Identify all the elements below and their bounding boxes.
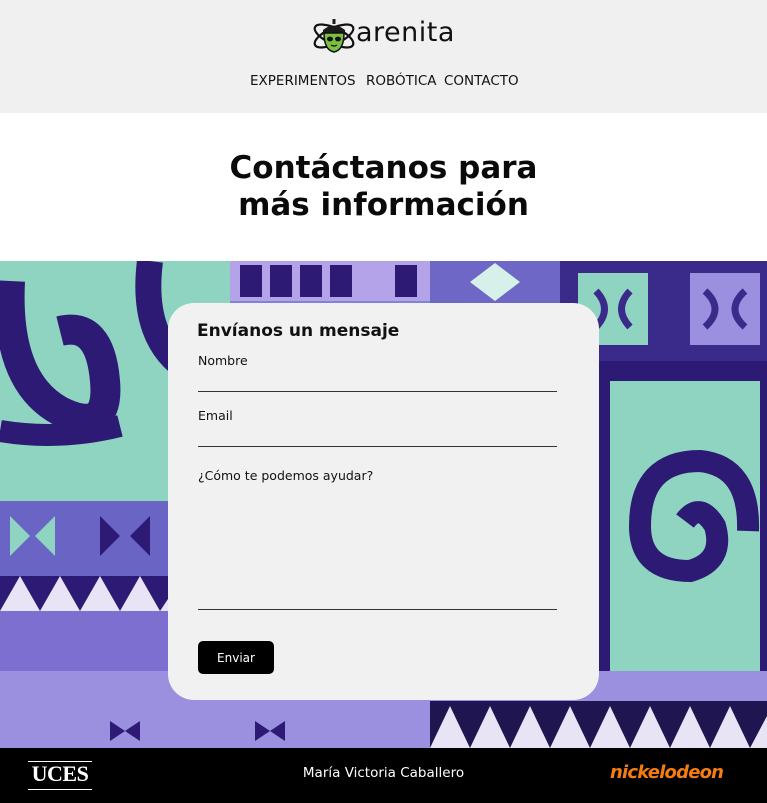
uces-logo-line-bottom [28, 789, 92, 790]
page-title-line-2: más información [238, 187, 529, 223]
nav-experimentos[interactable]: EXPERIMENTOS [250, 73, 356, 89]
page-title-line-1: Contáctanos para [229, 150, 538, 186]
form-title: Envíanos un mensaje [197, 321, 400, 341]
acorn-atom-icon [313, 19, 355, 53]
email-field[interactable] [198, 428, 557, 447]
page-title: Contáctanos para más información [0, 150, 767, 224]
submit-button[interactable]: Enviar [198, 641, 274, 674]
name-field[interactable] [198, 373, 557, 392]
main-nav: EXPERIMENTOS ROBÓTICA CONTACTO [0, 73, 767, 91]
email-label: Email [198, 408, 233, 423]
site-footer: UCES María Victoria Caballero nickelodeo… [0, 748, 767, 803]
contact-form: Envíanos un mensaje Nombre Email ¿Cómo t… [168, 303, 599, 700]
brand-logo[interactable]: arenita [310, 12, 460, 56]
help-label: ¿Cómo te podemos ayudar? [198, 468, 374, 483]
message-field[interactable] [198, 488, 557, 610]
brand-name: arenita [356, 16, 455, 48]
nav-robotica[interactable]: ROBÓTICA [366, 73, 437, 89]
site-header: arenita EXPERIMENTOS ROBÓTICA CONTACTO [0, 0, 767, 113]
nav-contacto[interactable]: CONTACTO [444, 73, 519, 89]
nickelodeon-logo[interactable]: nickelodeon [610, 762, 724, 783]
name-label: Nombre [198, 353, 248, 368]
